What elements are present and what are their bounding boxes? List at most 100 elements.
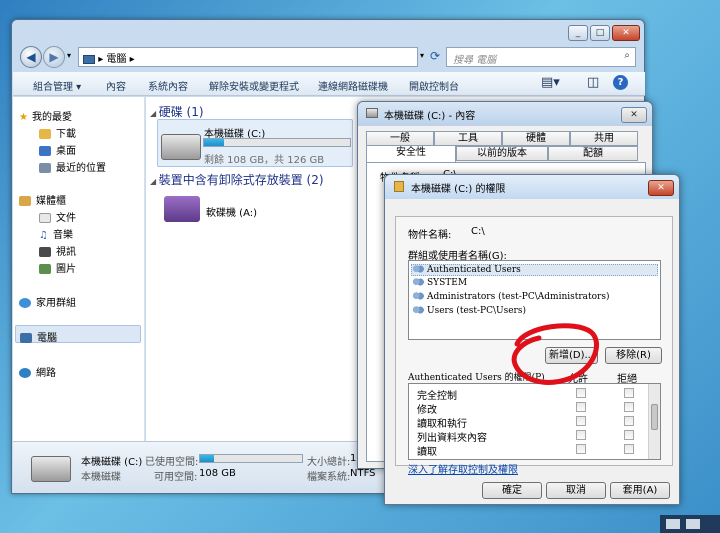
close-button[interactable]: ✕ — [612, 25, 640, 41]
details-usage-fill — [200, 455, 215, 462]
allow-checkbox[interactable] — [576, 444, 586, 454]
tray-icon[interactable] — [686, 519, 700, 529]
tab-quota[interactable]: 配額 — [548, 146, 638, 161]
nav-label: 文件 — [56, 213, 76, 224]
scrollbar-thumb[interactable] — [651, 404, 658, 430]
nav-computer[interactable]: 電腦 — [15, 325, 141, 344]
details-drive-name: 本機磁碟 (C:) — [81, 457, 143, 468]
tab-security[interactable]: 安全性 — [366, 145, 456, 162]
deny-checkbox[interactable] — [624, 430, 634, 440]
search-input[interactable]: 搜尋 電腦 ⌕ — [446, 47, 636, 67]
back-arrow-icon[interactable]: ◀ — [20, 46, 42, 68]
user-list-item[interactable]: Users (test-PC\Users) — [412, 306, 526, 316]
tab-sharing[interactable]: 共用 — [570, 131, 638, 146]
group-header-hdd[interactable]: ◢ 硬碟 (1) — [150, 103, 204, 120]
cancel-button[interactable]: 取消 — [546, 482, 606, 499]
help-icon[interactable]: ? — [613, 75, 628, 90]
nav-homegroup[interactable]: 家用群組 — [19, 294, 76, 309]
drive-c-tile[interactable]: 本機磁碟 (C:) 剩餘 108 GB，共 126 GB — [157, 119, 353, 167]
nav-libraries[interactable]: 媒體櫃 — [19, 192, 66, 207]
star-icon: ★ — [19, 112, 28, 123]
details-fs-label: 檔案系統: — [307, 472, 351, 483]
allow-checkbox[interactable] — [576, 430, 586, 440]
tab-general[interactable]: 一般 — [366, 131, 434, 146]
preview-pane-icon[interactable]: ◫ — [587, 75, 599, 90]
map-drive-button[interactable]: 連線網路磁碟機 — [318, 78, 388, 93]
permissions-close-button[interactable]: ✕ — [648, 180, 674, 196]
ok-button[interactable]: 確定 — [482, 482, 542, 499]
group-header-removable[interactable]: ◢ 裝置中含有卸除式存放裝置 (2) — [150, 171, 324, 188]
nav-favorites[interactable]: ★ 我的最愛 — [19, 108, 72, 123]
red-annotation-circle — [511, 323, 599, 385]
search-icon: ⌕ — [624, 50, 630, 61]
details-drive-type: 本機磁碟 — [81, 472, 121, 483]
drive-c-free: 剩餘 108 GB，共 126 GB — [204, 155, 325, 166]
hard-drive-icon — [31, 456, 71, 482]
nav-recent[interactable]: 最近的位置 — [39, 159, 106, 174]
floppy-drive-tile[interactable]: 軟碟機 (A:) — [160, 194, 330, 226]
nav-pictures[interactable]: 圖片 — [39, 260, 76, 275]
taskbar-tray — [660, 515, 720, 533]
control-panel-button[interactable]: 開啟控制台 — [409, 78, 459, 93]
nav-label: 最近的位置 — [56, 163, 106, 174]
breadcrumb[interactable]: 電腦 — [106, 54, 126, 65]
remove-button[interactable]: 移除(R) — [605, 347, 662, 364]
user-list-item[interactable]: SYSTEM — [412, 278, 467, 288]
tab-tools[interactable]: 工具 — [434, 131, 502, 146]
drive-c-usage-fill — [204, 139, 225, 146]
group-label: 裝置中含有卸除式存放裝置 (2) — [158, 173, 324, 187]
floppy-drive-label: 軟碟機 (A:) — [206, 208, 258, 219]
tab-previous-versions[interactable]: 以前的版本 — [456, 146, 548, 161]
history-dropdown-icon[interactable]: ▾ — [67, 51, 71, 60]
properties-button[interactable]: 內容 — [106, 78, 126, 93]
permissions-scrollbar[interactable] — [648, 384, 660, 459]
deny-checkbox[interactable] — [624, 416, 634, 426]
deny-checkbox[interactable] — [624, 444, 634, 454]
permissions-title: 本機磁碟 (C:) 的權限 — [411, 184, 506, 195]
users-group-icon — [412, 278, 424, 287]
system-properties-button[interactable]: 系統內容 — [148, 78, 188, 93]
details-total-label: 大小總計: — [307, 457, 351, 468]
nav-videos[interactable]: 視訊 — [39, 243, 76, 258]
permission-label: 完全控制 — [417, 391, 457, 402]
music-icon: ♫ — [39, 230, 48, 241]
deny-checkbox[interactable] — [624, 388, 634, 398]
uninstall-button[interactable]: 解除安裝或變更程式 — [209, 78, 299, 93]
minimize-button[interactable]: _ — [568, 25, 588, 41]
computer-icon — [20, 333, 32, 343]
collapse-icon: ◢ — [150, 177, 159, 186]
permission-label: 修改 — [417, 405, 437, 416]
user-list-item[interactable]: Authenticated Users — [411, 264, 658, 276]
deny-checkbox[interactable] — [624, 402, 634, 412]
hard-drive-icon — [366, 108, 378, 118]
address-bar[interactable]: ▸ 電腦 ▸ — [78, 47, 418, 67]
allow-checkbox[interactable] — [576, 402, 586, 412]
user-name: Users (test-PC\Users) — [427, 306, 526, 316]
maximize-button[interactable]: □ — [590, 25, 610, 41]
desktop-icon — [39, 146, 51, 156]
allow-checkbox[interactable] — [576, 416, 586, 426]
nav-network[interactable]: 網路 — [19, 364, 56, 379]
organize-menu[interactable]: 組合管理 ▾ — [33, 78, 81, 93]
nav-label: 音樂 — [52, 230, 73, 241]
nav-desktop[interactable]: 桌面 — [39, 142, 76, 157]
view-icon[interactable]: ▤▾ — [541, 75, 560, 90]
user-list-item[interactable]: Administrators (test-PC\Administrators) — [412, 292, 610, 302]
learn-more-link[interactable]: 深入了解存取控制及權限 — [408, 461, 518, 476]
details-used-label: 已使用空間: — [145, 457, 199, 468]
folder-icon — [394, 181, 404, 192]
documents-icon — [39, 213, 51, 223]
forward-arrow-icon[interactable]: ▶ — [43, 46, 65, 68]
nav-documents[interactable]: 文件 — [39, 209, 76, 224]
apply-button[interactable]: 套用(A) — [610, 482, 670, 499]
nav-music[interactable]: ♫ 音樂 — [39, 226, 73, 241]
nav-label: 電腦 — [37, 333, 57, 344]
tab-hardware[interactable]: 硬體 — [502, 131, 570, 146]
address-dropdown-icon[interactable]: ▾ — [420, 51, 424, 60]
nav-label: 我的最愛 — [31, 112, 72, 123]
nav-downloads[interactable]: 下載 — [39, 125, 76, 140]
nav-label: 網路 — [36, 368, 56, 379]
properties-close-button[interactable]: ✕ — [621, 107, 647, 123]
refresh-icon[interactable]: ⟳ — [430, 49, 440, 63]
tray-icon[interactable] — [666, 519, 680, 529]
